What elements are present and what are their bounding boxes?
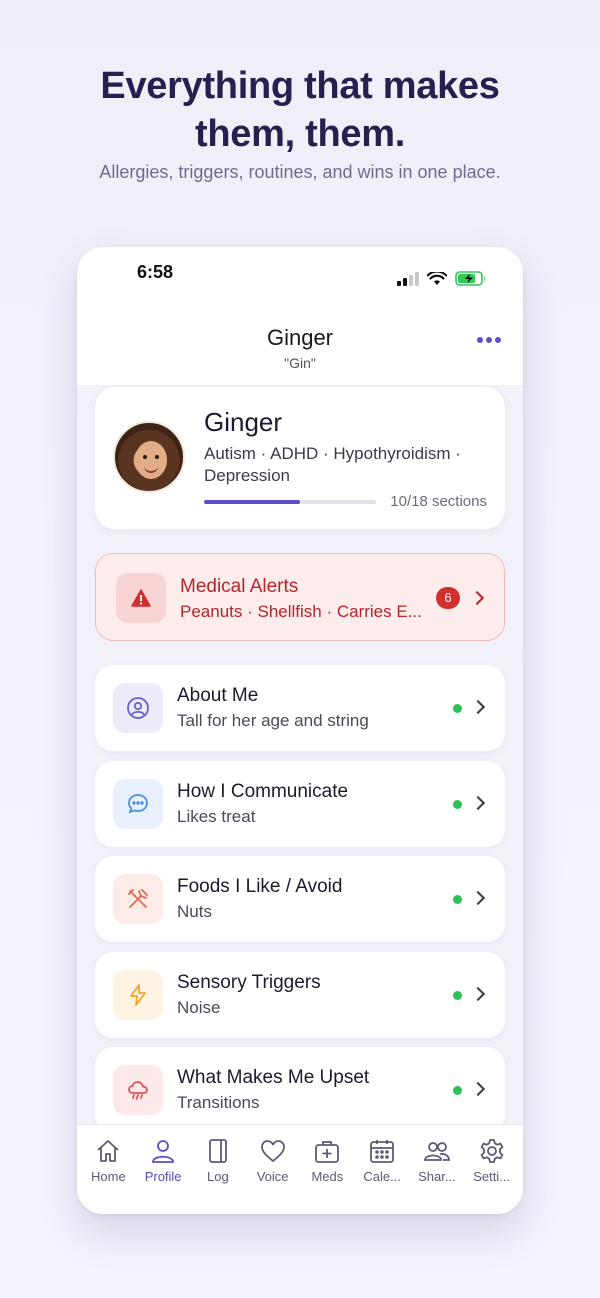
section-subtitle: Tall for her age and string — [177, 711, 369, 730]
section-subtitle: Nuts — [177, 902, 212, 921]
medical-alerts-summary: Peanuts · Shellfish · Carries E... — [180, 602, 422, 621]
tab-label: Home — [91, 1169, 126, 1184]
tab-label: Meds — [311, 1169, 344, 1184]
people-icon — [423, 1142, 450, 1161]
more-options-button[interactable] — [477, 337, 501, 343]
tab-label: Setti... — [473, 1169, 511, 1184]
complete-status-dot — [453, 800, 462, 809]
hero-subline: Allergies, triggers, routines, and wins … — [99, 162, 501, 182]
section-subtitle: Likes treat — [177, 807, 256, 826]
section-foods[interactable]: Foods I Like / Avoid Nuts — [95, 856, 505, 942]
section-subtitle: Transitions — [177, 1093, 260, 1112]
tab-calendar[interactable]: Cale... — [355, 1125, 410, 1214]
section-what-makes-me-upset[interactable]: What Makes Me Upset Transitions — [95, 1047, 505, 1133]
wifi-icon — [427, 271, 447, 285]
section-title: Foods I Like / Avoid — [177, 876, 343, 897]
signal-icon — [397, 271, 419, 286]
section-title: About Me — [177, 685, 259, 706]
section-sensory-triggers[interactable]: Sensory Triggers Noise — [95, 952, 505, 1038]
tab-label: Voice — [256, 1169, 289, 1184]
status-bar: 6:58 — [77, 247, 523, 307]
tab-label: Shar... — [418, 1169, 456, 1184]
section-title: How I Communicate — [177, 781, 349, 802]
tab-label: Cale... — [363, 1169, 401, 1184]
tab-settings[interactable]: Setti... — [464, 1125, 519, 1214]
nav-nickname: "Gin" — [284, 355, 316, 371]
tab-label: Log — [207, 1169, 229, 1184]
chevron-right-icon — [470, 986, 486, 1002]
ellipsis-icon — [477, 337, 483, 343]
chevron-right-icon — [469, 590, 485, 606]
hero-headline-line2: them, them. — [195, 113, 405, 155]
tab-profile[interactable]: Profile — [136, 1125, 191, 1214]
phone-frame: 6:58 Ginger "Gin" Ginger Autism · ADHD ·… — [77, 247, 523, 1214]
storm-cloud-icon — [113, 1065, 163, 1115]
calendar-icon — [370, 1140, 395, 1163]
complete-status-dot — [453, 704, 462, 713]
nav-bar: Ginger "Gin" — [77, 307, 523, 385]
section-title: What Makes Me Upset — [177, 1067, 370, 1088]
tab-log[interactable]: Log — [191, 1125, 246, 1214]
hero-headline-line1: Everything that makes — [100, 65, 500, 107]
profile-card[interactable]: Ginger Autism · ADHD · Hypothyroidism · … — [95, 387, 505, 529]
avatar — [113, 421, 185, 493]
lightning-icon — [113, 970, 163, 1020]
gear-icon — [480, 1139, 503, 1163]
tab-home[interactable]: Home — [81, 1125, 136, 1214]
chevron-right-icon — [470, 795, 486, 811]
chevron-right-icon — [470, 699, 486, 715]
nav-title: Ginger — [266, 325, 334, 350]
section-subtitle: Noise — [177, 998, 221, 1017]
profile-progress-fill — [204, 500, 300, 504]
medical-alerts-count-badge: 6 — [436, 587, 460, 609]
status-icons — [397, 271, 487, 286]
section-title: Sensory Triggers — [177, 972, 321, 993]
section-about-me[interactable]: About Me Tall for her age and string — [95, 665, 505, 751]
profile-name: Ginger — [204, 407, 283, 437]
tab-label: Profile — [144, 1169, 182, 1184]
profile-progress-bar — [204, 500, 376, 504]
complete-status-dot — [453, 1086, 462, 1095]
warning-icon — [116, 573, 166, 623]
book-icon — [208, 1139, 227, 1163]
utensils-icon — [113, 874, 163, 924]
profile-progress-text: 10/18 sections — [390, 493, 487, 510]
complete-status-dot — [453, 895, 462, 904]
chat-bubble-icon — [113, 779, 163, 829]
battery-charging-icon — [455, 271, 486, 286]
medical-kit-icon — [315, 1141, 340, 1163]
medical-alerts-card[interactable]: Medical Alerts Peanuts · Shellfish · Car… — [95, 553, 505, 641]
medical-alerts-title: Medical Alerts — [180, 576, 299, 597]
tab-meds[interactable]: Meds — [300, 1125, 355, 1214]
status-time: 6:58 — [137, 262, 174, 282]
tab-voice[interactable]: Voice — [245, 1125, 300, 1214]
complete-status-dot — [453, 991, 462, 1000]
chevron-right-icon — [470, 1081, 486, 1097]
person-circle-icon — [113, 683, 163, 733]
tab-bar: Home Profile Log Voice Meds Cale... Shar… — [77, 1124, 523, 1214]
hero-headline: Everything that makes them, them. — [0, 62, 600, 158]
person-icon — [152, 1140, 175, 1163]
heart-icon — [260, 1140, 285, 1162]
tab-share[interactable]: Shar... — [410, 1125, 465, 1214]
section-how-i-communicate[interactable]: How I Communicate Likes treat — [95, 761, 505, 847]
home-icon — [97, 1140, 119, 1162]
profile-diagnoses: Autism · ADHD · Hypothyroidism · Depress… — [204, 444, 461, 485]
chevron-right-icon — [470, 890, 486, 906]
